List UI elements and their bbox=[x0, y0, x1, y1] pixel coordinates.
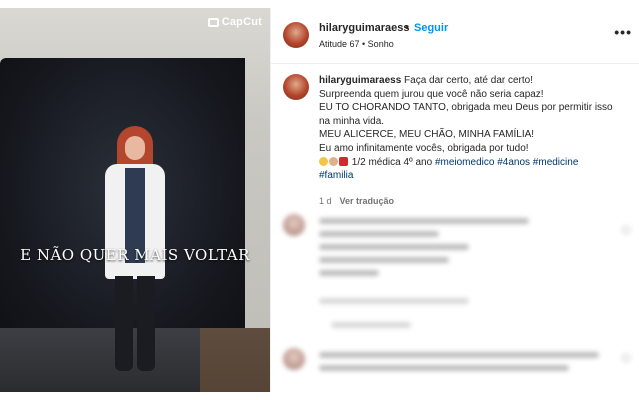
red-heart-icon bbox=[339, 156, 348, 166]
separator-dot: • bbox=[405, 22, 409, 34]
post-video[interactable]: CapCut E NÃO QUER MAIS VOLTAR bbox=[0, 8, 270, 392]
caption-line-7: 1/2 médica 4º ano bbox=[351, 156, 433, 168]
blurred-comment bbox=[271, 348, 639, 392]
blurred-comment bbox=[271, 214, 639, 334]
hashtag-medicine[interactable]: #medicine bbox=[533, 157, 579, 168]
like-comment-icon bbox=[622, 354, 630, 362]
caption-line-2: Surpreenda quem jurou que você não seria… bbox=[319, 88, 544, 100]
see-translation-link[interactable]: Ver tradução bbox=[340, 196, 395, 206]
caption-meta: 1 d Ver tradução bbox=[319, 196, 394, 206]
hashtag-meiomedico[interactable]: #meiomedico bbox=[435, 157, 494, 168]
capcut-logo-icon bbox=[207, 17, 219, 27]
header-username[interactable]: hilaryguimaraess bbox=[319, 22, 410, 34]
capcut-watermark: CapCut bbox=[207, 16, 262, 28]
commenter-avatar bbox=[283, 214, 305, 236]
commenter-avatar bbox=[283, 348, 305, 370]
like-comment-icon bbox=[622, 226, 630, 234]
follow-button[interactable]: Seguir bbox=[414, 22, 448, 34]
wood-floor bbox=[200, 328, 270, 392]
caption-line-1: Faça dar certo, até dar certo! bbox=[404, 75, 533, 86]
folded-hands-icon bbox=[329, 156, 338, 166]
instagram-post-modal: CapCut E NÃO QUER MAIS VOLTAR hilaryguim… bbox=[0, 0, 639, 400]
caption-text: hilaryguimaraess Faça dar certo, até dar… bbox=[319, 74, 629, 183]
caption-avatar[interactable] bbox=[283, 74, 309, 100]
caption-line-5: MEU ALICERCE, MEU CHÃO, MINHA FAMÍLIA! bbox=[319, 129, 535, 141]
post-time[interactable]: 1 d bbox=[319, 196, 332, 206]
post-side-panel: hilaryguimaraess • Seguir Atitude 67 • S… bbox=[270, 8, 639, 392]
post-header: hilaryguimaraess • Seguir Atitude 67 • S… bbox=[271, 8, 639, 64]
caption-username[interactable]: hilaryguimaraess bbox=[319, 75, 401, 86]
more-options-icon[interactable]: ••• bbox=[614, 25, 632, 39]
audio-subline[interactable]: Atitude 67 • Sonho bbox=[319, 39, 394, 49]
crying-face-icon bbox=[319, 156, 328, 166]
caption-line-6: Eu amo infinitamente vocês, obrigada por… bbox=[319, 142, 529, 154]
caption-line-4: na minha vida. bbox=[319, 115, 385, 127]
video-caption: E NÃO QUER MAIS VOLTAR bbox=[20, 246, 250, 264]
hashtag-familia[interactable]: #familia bbox=[319, 170, 353, 181]
profile-avatar[interactable] bbox=[283, 22, 309, 48]
hashtag-4anos[interactable]: #4anos bbox=[497, 157, 530, 168]
caption-line-3: EU TO CHORANDO TANTO, obrigada meu Deus … bbox=[319, 102, 613, 114]
